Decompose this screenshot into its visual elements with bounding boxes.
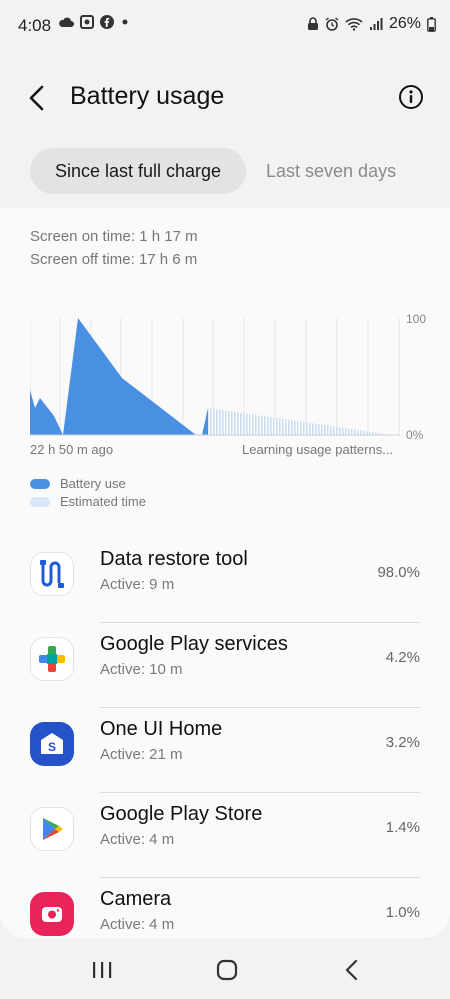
app-header: Battery usage <box>0 72 450 124</box>
legend-battery-use: Battery use <box>30 476 126 491</box>
battery-use-tail <box>202 408 208 435</box>
legend-estimated-time: Estimated time <box>30 494 146 509</box>
wifi-icon <box>345 18 363 31</box>
navigation-bar <box>0 946 450 999</box>
legend-swatch-estimated <box>30 496 50 507</box>
svg-text:S: S <box>48 740 56 754</box>
usage-card: Screen on time: 1 h 17 m Screen off time… <box>0 208 450 938</box>
status-icons-left <box>58 15 130 29</box>
dot-icon <box>122 19 128 25</box>
period-tabs: Since last full charge Last seven days <box>30 148 420 194</box>
page-title: Battery usage <box>70 82 225 110</box>
app-percent: 98.0% <box>377 564 420 581</box>
app-percent: 1.4% <box>385 819 420 836</box>
app-name: One UI Home <box>100 718 223 740</box>
screen-off-time: Screen off time: 17 h 6 m <box>30 251 198 268</box>
app-percent: 4.2% <box>385 649 420 666</box>
app-row-one-ui-home[interactable]: S One UI Home Active: 21 m 3.2% <box>0 708 450 793</box>
tab-last-seven-days[interactable]: Last seven days <box>266 148 396 194</box>
back-nav-button[interactable] <box>338 958 368 982</box>
app-active-time: Active: 21 m <box>100 746 183 763</box>
home-button[interactable] <box>212 958 242 982</box>
legend-label: Battery use <box>60 476 126 491</box>
app-percent: 1.0% <box>385 904 420 921</box>
app-row-camera[interactable]: Camera Active: 4 m 1.0% <box>0 878 450 938</box>
lock-icon <box>307 17 318 30</box>
screenshot-icon <box>80 15 94 29</box>
battery-percent: 26% <box>388 15 421 32</box>
battery-chart-svg <box>30 318 400 436</box>
legend-swatch-battery-use <box>30 478 50 489</box>
info-button[interactable] <box>398 84 424 110</box>
app-row-google-play-services[interactable]: Google Play services Active: 10 m 4.2% <box>0 623 450 708</box>
x-label-end: Learning usage patterns... <box>242 442 394 457</box>
one-ui-home-icon: S <box>30 722 74 766</box>
app-name: Camera <box>100 888 172 910</box>
app-name: Google Play Store <box>100 803 263 825</box>
legend-label: Estimated time <box>60 494 146 509</box>
battery-chart: 100 0% 22 h 50 m ago Learning usage patt… <box>30 308 430 458</box>
battery-use-area <box>30 318 196 435</box>
app-active-time: Active: 10 m <box>100 661 183 678</box>
screen-on-time: Screen on time: 1 h 17 m <box>30 228 198 245</box>
camera-icon <box>30 892 74 936</box>
status-bar: 4:08 26% <box>0 0 450 52</box>
y-label-bottom: 0% <box>406 428 424 442</box>
signal-icon <box>369 18 383 30</box>
alarm-icon <box>325 17 339 31</box>
app-name: Google Play services <box>100 633 288 655</box>
app-active-time: Active: 9 m <box>100 576 175 593</box>
app-active-time: Active: 4 m <box>100 831 175 848</box>
y-label-top: 100 <box>406 312 427 326</box>
tab-since-last-full-charge[interactable]: Since last full charge <box>30 148 246 194</box>
battery-icon <box>427 16 436 32</box>
app-row-google-play-store[interactable]: Google Play Store Active: 4 m 1.4% <box>0 793 450 878</box>
recent-apps-button[interactable] <box>88 958 118 982</box>
cloud-icon <box>59 17 74 27</box>
app-active-time: Active: 4 m <box>100 916 175 933</box>
app-percent: 3.2% <box>385 734 420 751</box>
status-icons-right: 26% <box>307 15 436 33</box>
play-store-icon <box>30 807 74 851</box>
app-row-data-restore-tool[interactable]: Data restore tool Active: 9 m 98.0% <box>0 538 450 623</box>
data-restore-icon <box>30 552 74 596</box>
play-services-icon <box>30 637 74 681</box>
estimated-area <box>208 408 393 435</box>
back-button[interactable] <box>22 82 54 114</box>
x-label-start: 22 h 50 m ago <box>30 442 114 457</box>
facebook-icon <box>100 15 114 29</box>
status-time: 4:08 <box>18 16 52 35</box>
app-name: Data restore tool <box>100 548 248 570</box>
